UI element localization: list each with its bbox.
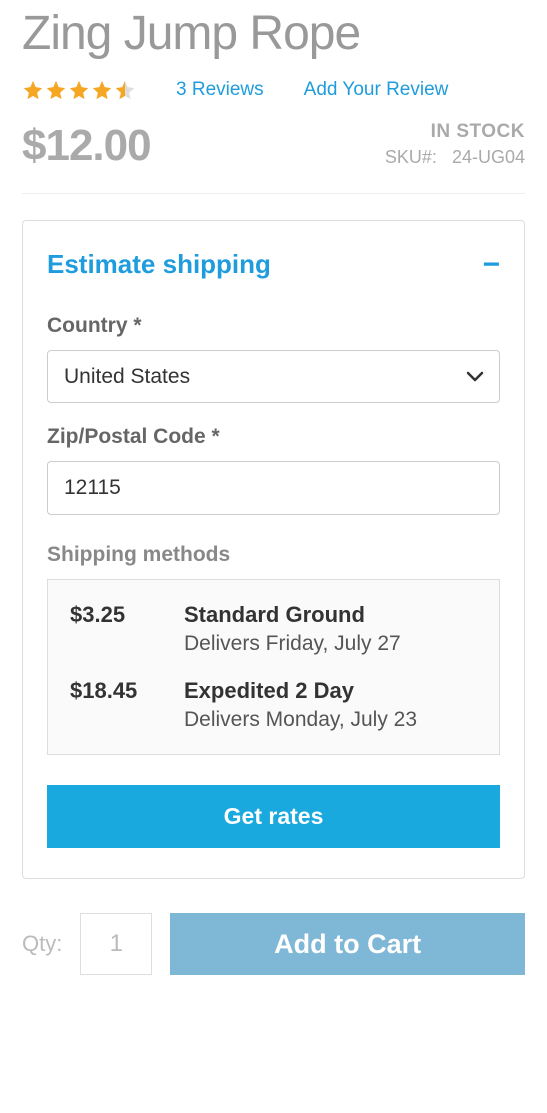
stock-status: IN STOCK [385,121,525,143]
add-review-link[interactable]: Add Your Review [304,79,449,101]
qty-label: Qty: [22,931,62,957]
reviews-row: 3 Reviews Add Your Review [22,79,525,101]
rating-stars [22,79,136,101]
star-icon [22,79,44,101]
add-to-cart-row: Qty: Add to Cart [22,913,525,995]
estimate-shipping-title: Estimate shipping [47,249,271,280]
shipping-method-name: Standard Ground [184,602,401,628]
shipping-method-row: $18.45 Expedited 2 Day Delivers Monday, … [70,678,477,732]
stock-block: IN STOCK SKU#: 24-UG04 [385,121,525,168]
estimate-shipping-toggle[interactable]: Estimate shipping − [47,249,500,280]
zip-input[interactable] [47,461,500,515]
product-title: Zing Jump Rope [22,6,525,61]
minus-icon: − [482,250,500,280]
shipping-method-delivery: Delivers Friday, July 27 [184,632,401,656]
price-row: $12.00 IN STOCK SKU#: 24-UG04 [22,121,525,194]
star-half-icon [114,79,136,101]
country-field: Country * United States [47,314,500,403]
zip-field: Zip/Postal Code * [47,425,500,515]
shipping-method-delivery: Delivers Monday, July 23 [184,708,417,732]
country-select[interactable]: United States [47,350,500,403]
get-rates-button[interactable]: Get rates [47,785,500,848]
sku-label: SKU#: [385,147,437,167]
zip-label: Zip/Postal Code * [47,425,500,449]
shipping-method-price: $3.25 [70,602,156,656]
star-icon [45,79,67,101]
star-icon [68,79,90,101]
sku-row: SKU#: 24-UG04 [385,147,525,168]
sku-value: 24-UG04 [452,147,525,167]
shipping-methods-box: $3.25 Standard Ground Delivers Friday, J… [47,579,500,755]
qty-input[interactable] [80,913,152,975]
star-icon [91,79,113,101]
add-to-cart-button[interactable]: Add to Cart [170,913,525,975]
product-price: $12.00 [22,121,151,171]
shipping-methods-label: Shipping methods [47,543,500,567]
shipping-method-price: $18.45 [70,678,156,732]
estimate-shipping-panel: Estimate shipping − Country * United Sta… [22,220,525,879]
country-label: Country * [47,314,500,338]
shipping-method-row: $3.25 Standard Ground Delivers Friday, J… [70,602,477,656]
reviews-link[interactable]: 3 Reviews [176,79,264,101]
shipping-method-name: Expedited 2 Day [184,678,417,704]
